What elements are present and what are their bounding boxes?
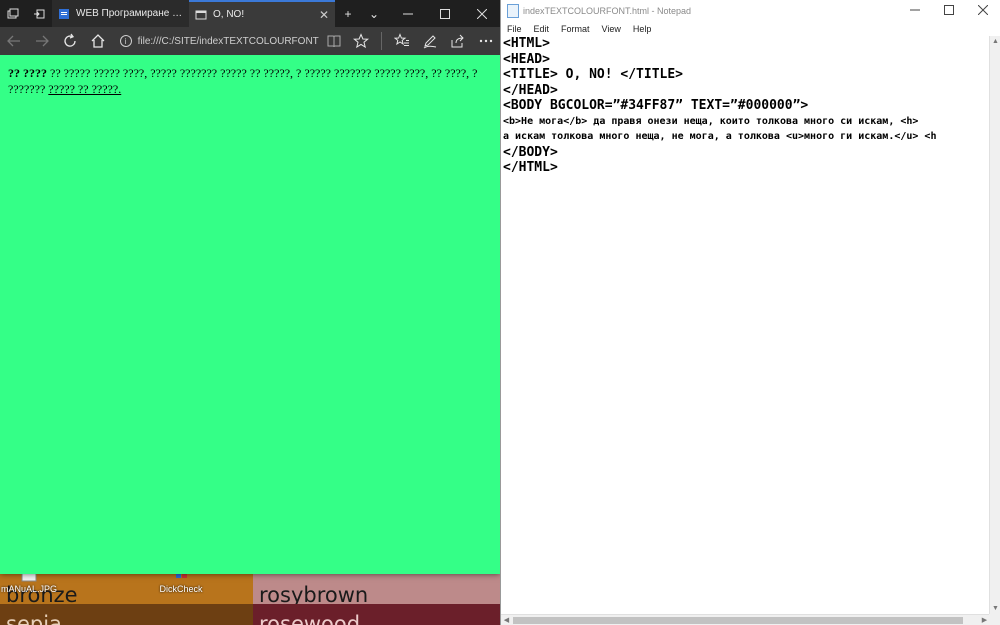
notepad-minimize-button[interactable]: [898, 4, 932, 18]
close-window-button[interactable]: [463, 0, 500, 27]
document-icon: [59, 8, 69, 19]
menu-help[interactable]: Help: [633, 24, 652, 34]
refresh-button[interactable]: [56, 27, 84, 55]
swatch-label: sepia: [6, 612, 62, 625]
menu-format[interactable]: Format: [561, 24, 590, 34]
more-button[interactable]: [472, 27, 500, 55]
hub-icon: [394, 33, 410, 46]
tabs-aside-icon: [34, 9, 45, 18]
share-icon: [451, 34, 464, 48]
swatch-sepia: sepia: [0, 604, 253, 625]
notepad-text-area[interactable]: <HTML> <HEAD> <TITLE> O, NO! </TITLE> </…: [501, 36, 990, 614]
new-tab-button[interactable]: +: [335, 0, 361, 27]
refresh-icon: [64, 33, 76, 47]
code-line: <b>Не мога</b> да правя онези неща, коит…: [503, 115, 919, 127]
notepad-icon: [507, 4, 519, 18]
home-button[interactable]: [84, 27, 112, 55]
notepad-close-button[interactable]: [966, 4, 1000, 18]
address-bar[interactable]: i file:///C:/SITE/indexTEXTCOLOURFONT: [119, 30, 320, 52]
favorites-hub-button[interactable]: [388, 27, 416, 55]
notepad-maximize-button[interactable]: [932, 4, 966, 18]
tab-label: WEB Програмиране / HTM: [76, 8, 183, 19]
horizontal-scroll-thumb[interactable]: [513, 617, 963, 624]
arrow-left-icon: [7, 35, 20, 47]
star-icon: [353, 33, 370, 49]
vertical-scrollbar[interactable]: ▲ ▼: [989, 36, 1000, 614]
page-bold-text: ?? ????: [8, 66, 47, 80]
minimize-icon: [910, 9, 920, 11]
close-icon: [476, 8, 487, 19]
tab-preview-button[interactable]: [0, 0, 26, 27]
tab-list-button[interactable]: ⌄: [361, 0, 387, 27]
pen-icon: [423, 35, 437, 49]
swatch-label: rosewood: [259, 612, 361, 625]
scroll-left-icon[interactable]: ◀: [501, 615, 512, 625]
minimize-icon: [402, 13, 413, 14]
code-line: </HTML>: [503, 160, 558, 175]
code-line: <HTML>: [503, 36, 550, 51]
maximize-icon: [944, 5, 954, 15]
browser-titlebar: WEB Програмиране / HTM O, NO! ✕ + ⌄: [0, 0, 500, 27]
minimize-button[interactable]: [389, 0, 426, 27]
tab-label: O, NO!: [213, 9, 245, 20]
maximize-icon: [439, 8, 450, 19]
notepad-title: indexTEXTCOLOURFONT.html - Notepad: [523, 6, 692, 16]
favorite-button[interactable]: [348, 27, 376, 55]
page-icon: [195, 10, 207, 19]
close-tab-icon[interactable]: ✕: [319, 8, 329, 22]
code-line: </BODY>: [503, 144, 558, 160]
scroll-down-icon[interactable]: ▼: [990, 603, 1000, 614]
browser-window: WEB Програмиране / HTM O, NO! ✕ + ⌄: [0, 0, 500, 574]
desktop-icon-label: DickCheck: [159, 584, 203, 594]
code-line: </HEAD>: [503, 82, 558, 98]
toolbar-separator: [381, 32, 383, 50]
maximize-button[interactable]: [426, 0, 463, 27]
set-tabs-aside-button[interactable]: [26, 0, 52, 27]
code-line: <HEAD>: [503, 51, 550, 67]
home-icon: [91, 34, 105, 48]
desktop-icon-label: mANuAL.JPG: [0, 584, 58, 594]
notepad-titlebar: indexTEXTCOLOURFONT.html - Notepad: [501, 0, 1000, 22]
tab-preview-icon: [7, 8, 19, 18]
more-icon: [479, 39, 493, 43]
book-icon: [327, 35, 341, 48]
address-url: file:///C:/SITE/indexTEXTCOLOURFONT: [137, 35, 319, 47]
scrollbar-corner: [989, 614, 1000, 625]
close-icon: [977, 4, 989, 16]
notepad-menubar: File Edit Format View Help: [501, 22, 1000, 36]
code-line: <TITLE> O, NO! </TITLE>: [503, 67, 684, 82]
menu-file[interactable]: File: [507, 24, 522, 34]
browser-toolbar: i file:///C:/SITE/indexTEXTCOLOURFONT: [0, 27, 500, 55]
forward-button[interactable]: [28, 27, 56, 55]
code-line: а искам толкова много неща, не мога, а т…: [503, 131, 937, 142]
page-underlined-text: ????? ?? ?????.: [48, 82, 122, 96]
menu-view[interactable]: View: [602, 24, 621, 34]
scroll-up-icon[interactable]: ▲: [990, 36, 1000, 47]
web-note-button[interactable]: [416, 27, 444, 55]
reading-view-button[interactable]: [320, 27, 348, 55]
share-button[interactable]: [444, 27, 472, 55]
info-icon[interactable]: i: [119, 35, 132, 47]
horizontal-scrollbar[interactable]: ◀ ▶: [501, 614, 990, 625]
page-content: ?? ???? ?? ????? ????? ????, ????? ?????…: [0, 55, 500, 574]
menu-edit[interactable]: Edit: [534, 24, 550, 34]
notepad-window: indexTEXTCOLOURFONT.html - Notepad File …: [500, 0, 1000, 625]
code-line: <BODY BGCOLOR=”#34FF87” TEXT=”#000000”>: [503, 98, 809, 113]
arrow-right-icon: [35, 35, 49, 47]
swatch-rosewood: rosewood: [253, 604, 500, 625]
tab-web-programming[interactable]: WEB Програмиране / HTM: [52, 0, 189, 27]
back-button[interactable]: [0, 27, 28, 55]
tab-o-no[interactable]: O, NO! ✕: [189, 0, 335, 27]
